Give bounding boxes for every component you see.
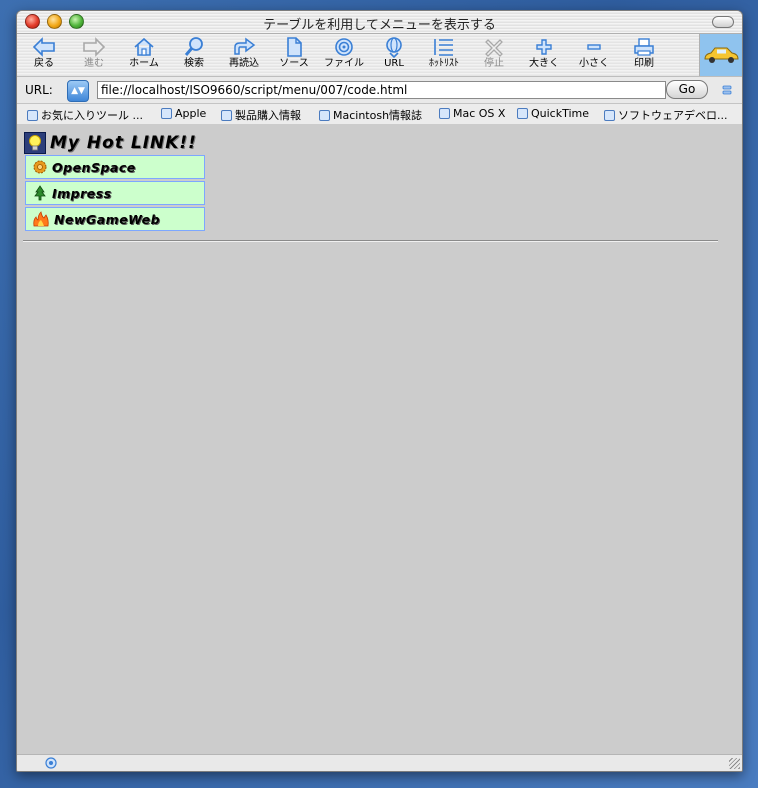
file-label: ファイル [324, 58, 364, 69]
url-history-popup[interactable]: ▲▼ [67, 80, 89, 102]
favorite-item[interactable]: お気に入りツール ... [27, 107, 143, 123]
stop-label: 停止 [484, 58, 504, 69]
folder-icon [319, 109, 330, 121]
url-globe-icon [386, 37, 402, 58]
status-bar [17, 754, 742, 771]
favorites-bar: お気に入りツール ... Apple 製品購入情報 Macintosh情報誌 M… [17, 104, 742, 125]
favorite-item[interactable]: Mac OS X [439, 107, 505, 120]
print-label: 印刷 [634, 58, 654, 69]
favorite-item[interactable]: 製品購入情報 [221, 107, 301, 123]
text-bigger-label: 大きく [529, 58, 559, 69]
toolbar: 戻る 進む ホーム 検索 再読込 ソース ファイル URL ﾎｯﾄﾘｽﾄ 停止 … [17, 34, 742, 77]
window-title: テーブルを利用してメニューを表示する [263, 18, 496, 33]
search-icon [184, 37, 203, 56]
menu-item-label[interactable]: NewGameWeb [54, 212, 160, 227]
browser-logo[interactable] [699, 34, 742, 76]
url-label: URL [384, 58, 404, 69]
browser-window: テーブルを利用してメニューを表示する 戻る 進む ホーム 検索 再読込 ソース [16, 10, 743, 772]
page-holder-icon[interactable] [722, 85, 732, 95]
gear-icon [33, 160, 47, 174]
page-icon [439, 108, 450, 119]
back-arrow-icon [32, 37, 55, 57]
folder-icon [161, 108, 172, 119]
forward-button[interactable]: 進む [72, 36, 116, 70]
resize-grip[interactable] [729, 758, 740, 769]
folder-icon [517, 108, 528, 119]
favorite-item[interactable]: ソフトウェアデベロ... [604, 107, 728, 123]
minus-icon [587, 44, 601, 50]
menu-item-impress[interactable]: Impress [25, 181, 205, 205]
menu-item-label[interactable]: OpenSpace [52, 160, 136, 175]
forward-arrow-icon [83, 37, 106, 57]
hotlist-icon [434, 39, 453, 56]
printer-icon [634, 38, 654, 56]
file-button[interactable]: ファイル [322, 36, 366, 70]
tree-icon [34, 185, 46, 201]
lightbulb-icon [24, 132, 46, 154]
search-label: 検索 [184, 58, 204, 69]
stop-button[interactable]: 停止 [472, 36, 516, 70]
page-heading: My Hot LINK!! [50, 133, 197, 153]
source-button[interactable]: ソース [272, 36, 316, 70]
source-label: ソース [279, 58, 309, 69]
text-smaller-label: 小さく [579, 58, 609, 69]
forward-label: 進む [84, 58, 104, 69]
hotlist-label: ﾎｯﾄﾘｽﾄ [429, 58, 459, 69]
menu-item-label[interactable]: Impress [52, 186, 112, 201]
folder-icon [27, 109, 38, 121]
menu-item-newgameweb[interactable]: NewGameWeb [25, 207, 205, 231]
url-input[interactable] [97, 81, 666, 99]
hot-link-header: My Hot LINK!! [24, 132, 197, 154]
reload-button[interactable]: 再読込 [222, 36, 266, 70]
back-button[interactable]: 戻る [22, 36, 66, 70]
url-label-text: URL: [25, 83, 53, 97]
home-button[interactable]: ホーム [122, 36, 166, 70]
folder-icon [221, 109, 232, 121]
home-icon [134, 37, 154, 56]
home-label: ホーム [129, 58, 159, 69]
back-label: 戻る [34, 58, 54, 69]
favorite-item[interactable]: Macintosh情報誌 [319, 107, 422, 123]
hotlist-button[interactable]: ﾎｯﾄﾘｽﾄ [422, 36, 466, 70]
flame-icon [33, 211, 49, 227]
favorite-item[interactable]: Apple [161, 107, 206, 120]
text-bigger-button[interactable]: 大きく [522, 36, 566, 70]
url-button[interactable]: URL [372, 36, 416, 70]
print-button[interactable]: 印刷 [622, 36, 666, 70]
stop-icon [485, 39, 503, 57]
favorite-item[interactable]: QuickTime [517, 107, 589, 120]
title-bar[interactable]: テーブルを利用してメニューを表示する [17, 11, 742, 34]
toolbar-toggle-button[interactable] [712, 16, 734, 28]
horizontal-rule [23, 240, 718, 242]
connection-status-icon [45, 757, 57, 769]
plus-icon [536, 39, 552, 55]
go-button[interactable]: Go [666, 80, 708, 99]
search-button[interactable]: 検索 [172, 36, 216, 70]
car-logo-icon [704, 47, 739, 63]
text-smaller-button[interactable]: 小さく [572, 36, 616, 70]
address-bar: URL: ▲▼ Go [17, 77, 742, 104]
source-document-icon [287, 37, 302, 57]
page-content: My Hot LINK!! OpenSpace Impress NewGameW… [17, 124, 742, 754]
file-target-icon [335, 38, 353, 56]
menu-item-openspace[interactable]: OpenSpace [25, 155, 205, 179]
folder-icon [604, 109, 615, 121]
link-menu: OpenSpace Impress NewGameWeb [25, 155, 205, 233]
reload-icon [234, 37, 256, 55]
reload-label: 再読込 [229, 58, 259, 69]
